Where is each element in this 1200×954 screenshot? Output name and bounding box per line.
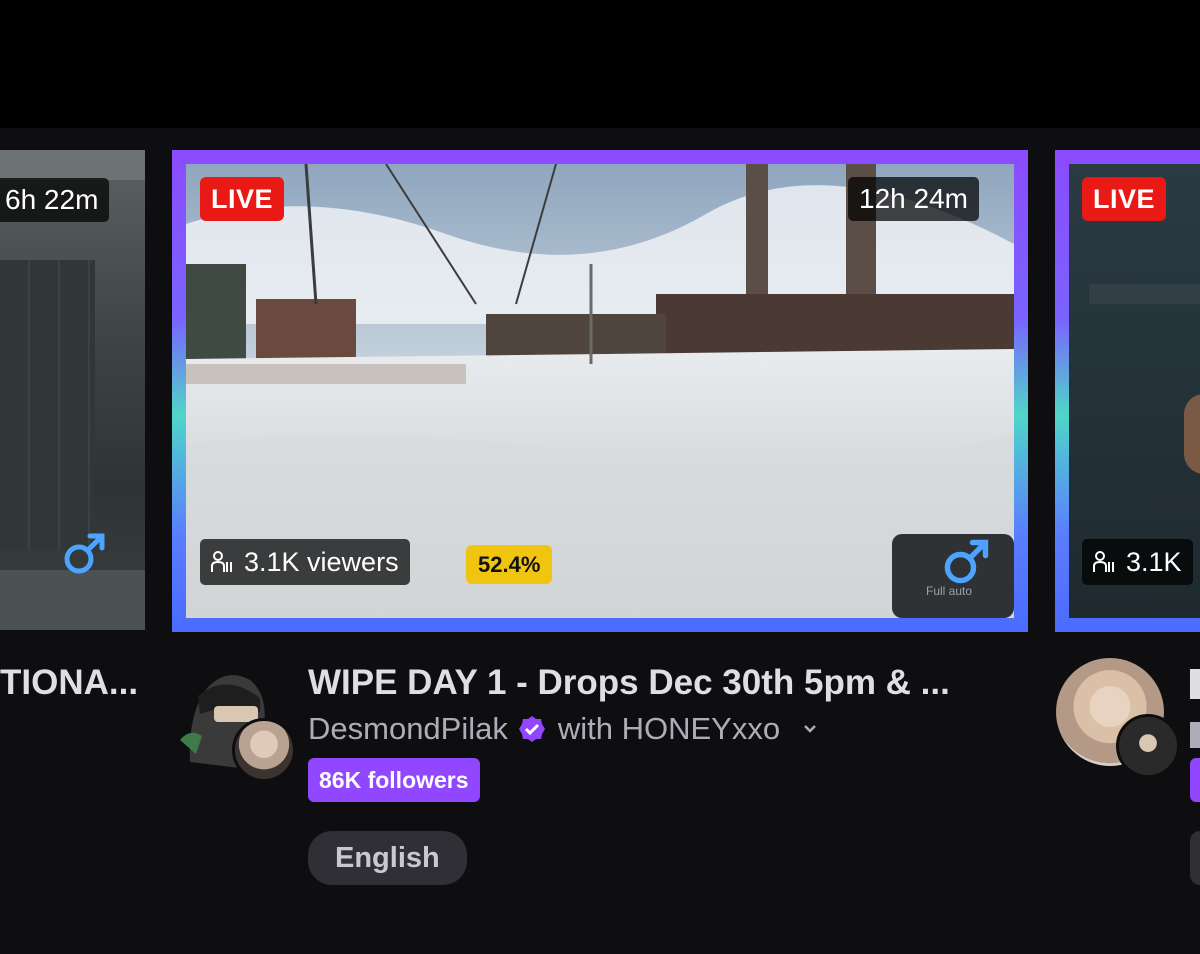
stream-duration-badge: 6h 22m [0, 178, 110, 222]
stream-title[interactable]: WIPE DAY 1 - Drops Dec 30th 5pm & ... [308, 663, 950, 703]
stream-title[interactable]: TIONA... [0, 663, 138, 703]
male-symbol-icon [64, 533, 105, 574]
stream-card-thumbnail[interactable]: LIVE 12h 24m 3.1K viewers 52.4% Full aut… [172, 150, 1028, 632]
tag-language[interactable]: English [308, 831, 467, 885]
stream-card-left-thumbnail[interactable]: 6h 22m [0, 150, 145, 630]
top-bar [0, 0, 1200, 128]
stream-duration-badge: 12h 24m [848, 177, 979, 221]
person-icon [211, 551, 232, 572]
percent-badge: 52.4% [466, 545, 553, 584]
right-card-channel-partial[interactable] [1190, 718, 1200, 752]
followers-badge: 86K followers [308, 758, 480, 802]
viewer-count-text: 3.1K viewers [244, 547, 399, 577]
live-badge: LIVE [200, 177, 285, 221]
right-card-title-partial[interactable] [1190, 663, 1200, 703]
viewer-count-badge: 3.1K viewers [200, 539, 410, 585]
channel-row: DesmondPilak with HONEYxxo [308, 711, 818, 747]
verified-badge-icon [518, 716, 545, 742]
person-icon [1093, 551, 1114, 572]
overlay-text: Full auto [926, 584, 973, 598]
chevron-down-icon[interactable] [802, 723, 818, 735]
right-card-tag-partial[interactable] [1190, 831, 1200, 885]
guest-avatar[interactable] [1116, 714, 1180, 778]
channel-name[interactable]: DesmondPilak [308, 711, 508, 747]
male-symbol-icon [944, 539, 989, 584]
guest-avatar[interactable] [232, 718, 296, 782]
viewer-count-badge: 3.1K [1082, 539, 1193, 585]
right-card-followers-partial [1190, 758, 1200, 802]
live-badge: LIVE [1082, 177, 1167, 221]
stream-card-right-thumbnail[interactable]: LIVE 3.1K [1055, 150, 1200, 632]
viewer-count-text: 3.1K [1126, 547, 1182, 577]
collab-text[interactable]: with HONEYxxo [558, 711, 780, 747]
